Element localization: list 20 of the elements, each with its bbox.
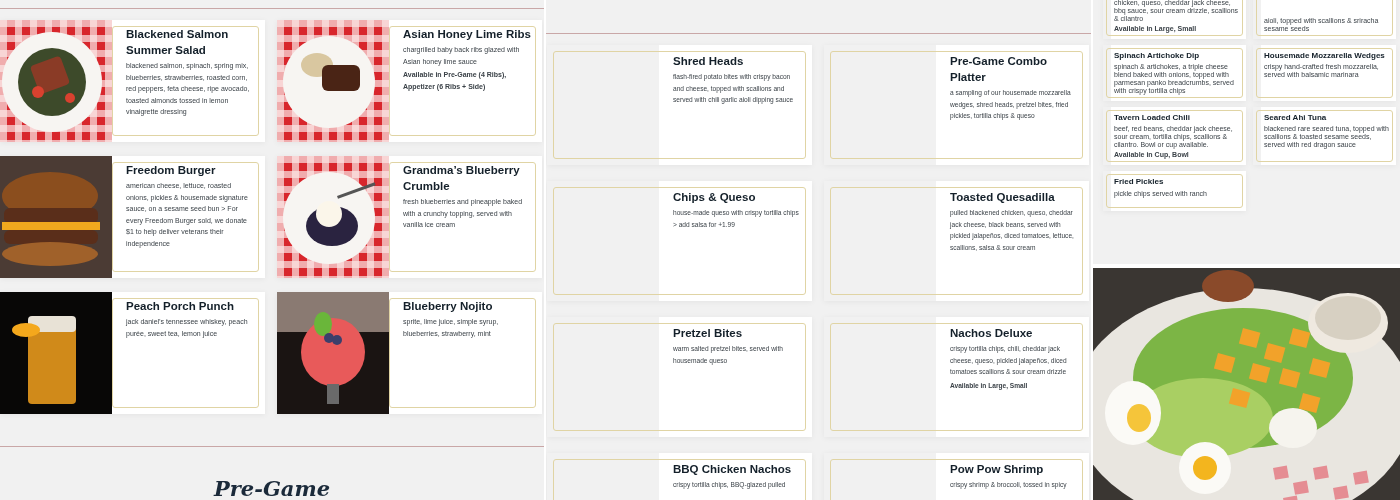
- item-title: Nachos Deluxe: [950, 326, 1034, 341]
- item-title: Toasted Quesadilla: [950, 190, 1056, 205]
- item-title: Asian Honey Lime Ribs: [403, 27, 532, 42]
- item-title: Fried Pickles: [1114, 176, 1165, 188]
- item-title: Chips & Queso: [673, 190, 757, 205]
- item-title: Spinach Artichoke Dip: [1114, 50, 1201, 62]
- item-title: Seared Ahi Tuna: [1264, 112, 1328, 124]
- item-title: Blueberry Nojito: [403, 299, 494, 314]
- item-title: Grandma’s Blueberry Crumble: [403, 163, 521, 195]
- section-heading: Pre-Game: [212, 477, 332, 500]
- item-title: Freedom Burger: [126, 163, 217, 178]
- item-title: Housemade Mozzarella Wedges: [1264, 50, 1386, 62]
- item-title: Shred Heads: [673, 54, 745, 69]
- item-title: Pow Pow Shrimp: [950, 462, 1045, 477]
- item-title: BBQ Chicken Nachos: [673, 462, 793, 477]
- item-title: Peach Porch Punch: [126, 299, 235, 314]
- item-title: Pre-Game Combo Platter: [950, 54, 1049, 86]
- item-title: Pretzel Bites: [673, 326, 744, 341]
- item-title: Tavern Loaded Chili: [1114, 112, 1191, 124]
- item-title: Blackened Salmon Summer Salad: [126, 27, 230, 59]
